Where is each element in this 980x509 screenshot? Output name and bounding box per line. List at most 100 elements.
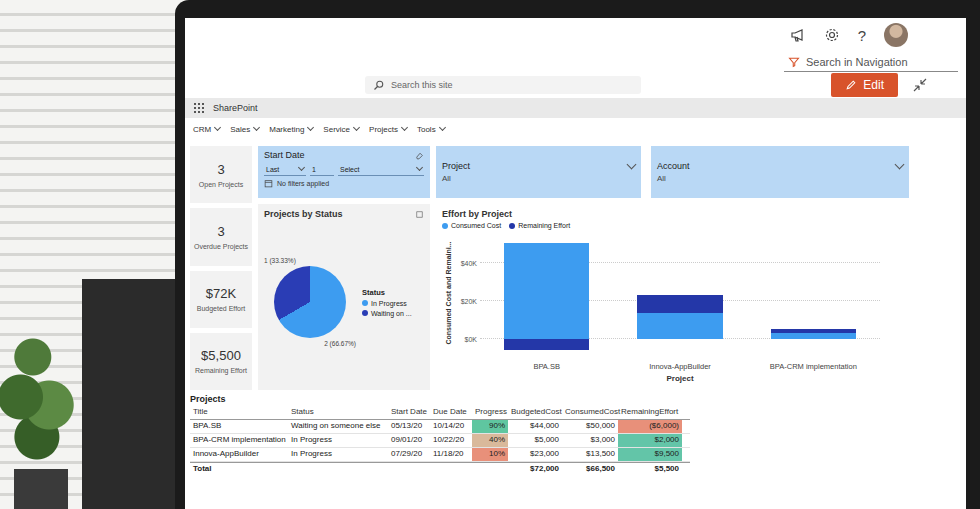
column-header[interactable]: Start Date [388, 406, 430, 419]
legend-dot [442, 223, 448, 229]
bar[interactable] [771, 329, 856, 333]
top-bar: ? [185, 18, 966, 52]
legend-dot [362, 300, 368, 306]
plot-area [480, 232, 880, 354]
right-column: ProjectAllAccountAllEffort by ProjectCon… [436, 146, 962, 390]
bar[interactable] [504, 339, 589, 350]
legend-dot [509, 223, 515, 229]
legend-item[interactable]: Waiting on ... [362, 310, 412, 317]
table-header: TitleStatusStart DateDue DateProgressBud… [190, 406, 690, 420]
pie-legend: StatusIn ProgressWaiting on ... [362, 288, 412, 317]
bar[interactable] [771, 333, 856, 339]
legend-item[interactable]: Remaining Effort [509, 222, 570, 229]
table-total-row: Total$72,000$66,500$5,500 [190, 462, 690, 476]
pie-data-label: 1 (33.33%) [264, 257, 296, 264]
kpi-column: 3Open Projects3Overdue Projects$72KBudge… [190, 146, 252, 390]
report: 3Open Projects3Overdue Projects$72KBudge… [185, 140, 966, 509]
x-label: BPA-CRM implementation [747, 362, 880, 371]
site-navigation: CRM Sales Marketing Service Projects Tools [185, 118, 966, 140]
user-avatar[interactable] [884, 23, 908, 47]
y-axis: $40K $20K $0K [454, 232, 480, 354]
navigation-search[interactable]: Search in Navigation [784, 52, 958, 72]
relative-dropdown[interactable]: Last [264, 163, 306, 176]
column-header[interactable]: Progress [472, 406, 508, 419]
middle-column: Start DateLast1SelectNo filters appliedP… [258, 146, 430, 390]
bar[interactable] [637, 313, 722, 339]
column-header[interactable]: Status [288, 406, 388, 419]
site-search-box[interactable]: Search this site [365, 76, 641, 94]
app-name[interactable]: SharePoint [213, 103, 258, 113]
slicer-row: ProjectAllAccountAll [436, 146, 962, 198]
column-header[interactable]: Due Date [430, 406, 472, 419]
plant-pot [14, 469, 68, 509]
kpi-card: 3Overdue Projects [190, 208, 252, 265]
projects-by-status-chart: Projects by Status1 (33.33%)2 (66.67%)St… [258, 204, 430, 390]
legend-dot [362, 310, 368, 316]
column-header[interactable]: ConsumedCost [562, 406, 618, 419]
kpi-card: $5,500Remaining Effort [190, 333, 252, 390]
nav-item[interactable]: Marketing [269, 125, 313, 134]
column-header[interactable]: BudgetedCost [508, 406, 562, 419]
help-button[interactable]: ? [858, 28, 866, 43]
column-header[interactable]: Title [190, 406, 288, 419]
effort-by-project-chart: Effort by ProjectConsumed CostRemaining … [436, 204, 962, 390]
count-field[interactable]: 1 [310, 163, 334, 176]
eraser-icon[interactable] [415, 151, 424, 160]
focus-mode-icon[interactable] [415, 210, 424, 219]
y-tick: $0K [465, 335, 477, 342]
pencil-icon [845, 79, 857, 91]
bar-group [747, 232, 880, 354]
chevron-icon [253, 124, 260, 131]
monitor: ? Search in Navigation Search this site Edi… [175, 0, 980, 509]
navigation-search-row: Search in Navigation [185, 52, 966, 72]
pie[interactable] [274, 266, 346, 338]
nav-item[interactable]: CRM [193, 125, 220, 134]
kpi-card: 3Open Projects [190, 146, 252, 203]
y-tick: $20K [461, 297, 477, 304]
bar[interactable] [504, 243, 589, 338]
chevron-icon [353, 124, 360, 131]
chevron-icon [214, 124, 221, 131]
table-row[interactable]: BPA.SBWaiting on someone else05/13/2010/… [190, 420, 690, 434]
column-header[interactable]: RemainingEffort [618, 406, 682, 419]
filter-icon [788, 56, 800, 68]
megaphone-icon[interactable] [790, 27, 806, 43]
bar-group [480, 232, 613, 354]
edit-button[interactable]: Edit [831, 73, 898, 97]
legend-item[interactable]: Consumed Cost [442, 222, 501, 229]
nav-item[interactable]: Service [323, 125, 359, 134]
bar[interactable] [637, 295, 722, 313]
account-slicer[interactable]: AccountAll [651, 146, 909, 198]
pie-data-label: 2 (66.67%) [324, 340, 356, 347]
gear-icon[interactable] [824, 27, 840, 43]
chevron-icon [895, 160, 905, 170]
chevron-icon [416, 164, 423, 171]
nav-item[interactable]: Projects [369, 125, 407, 134]
chevron-icon [627, 160, 637, 170]
x-axis: BPA.SBInnova-AppBuilderBPA-CRM implement… [480, 362, 880, 371]
x-axis-title: Project [480, 374, 880, 383]
bar-legend: Consumed Cost Remaining Effort [442, 222, 956, 229]
table-row[interactable]: BPA-CRM implementationIn Progress09/01/2… [190, 434, 690, 448]
plant-decoration [0, 309, 82, 509]
y-tick: $40K [461, 259, 477, 266]
nav-item[interactable]: Sales [230, 125, 259, 134]
collapse-icon[interactable] [912, 77, 928, 93]
calendar-icon [264, 179, 273, 188]
projects-table: ProjectsTitleStatusStart DateDue DatePro… [190, 394, 690, 476]
chevron-icon [307, 124, 314, 131]
y-axis-title: Consumed Cost and Remaini... [442, 232, 454, 354]
table-row[interactable]: Innova-AppBuilderIn Progress07/29/2011/1… [190, 448, 690, 462]
unit-dropdown[interactable]: Select [338, 163, 424, 176]
search-icon [373, 79, 385, 91]
project-slicer[interactable]: ProjectAll [436, 146, 641, 198]
legend-item[interactable]: In Progress [362, 300, 412, 307]
scene: ? Search in Navigation Search this site Edi… [0, 0, 980, 509]
speaker-cabinet [82, 279, 175, 509]
suite-bar: SharePoint [185, 98, 966, 118]
site-search-row: Search this site Edit [185, 72, 966, 98]
start-date-slicer: Start DateLast1SelectNo filters applied [258, 146, 430, 198]
nav-item[interactable]: Tools [417, 125, 445, 134]
app-launcher-icon[interactable] [193, 102, 205, 114]
plant-foliage [0, 309, 82, 469]
